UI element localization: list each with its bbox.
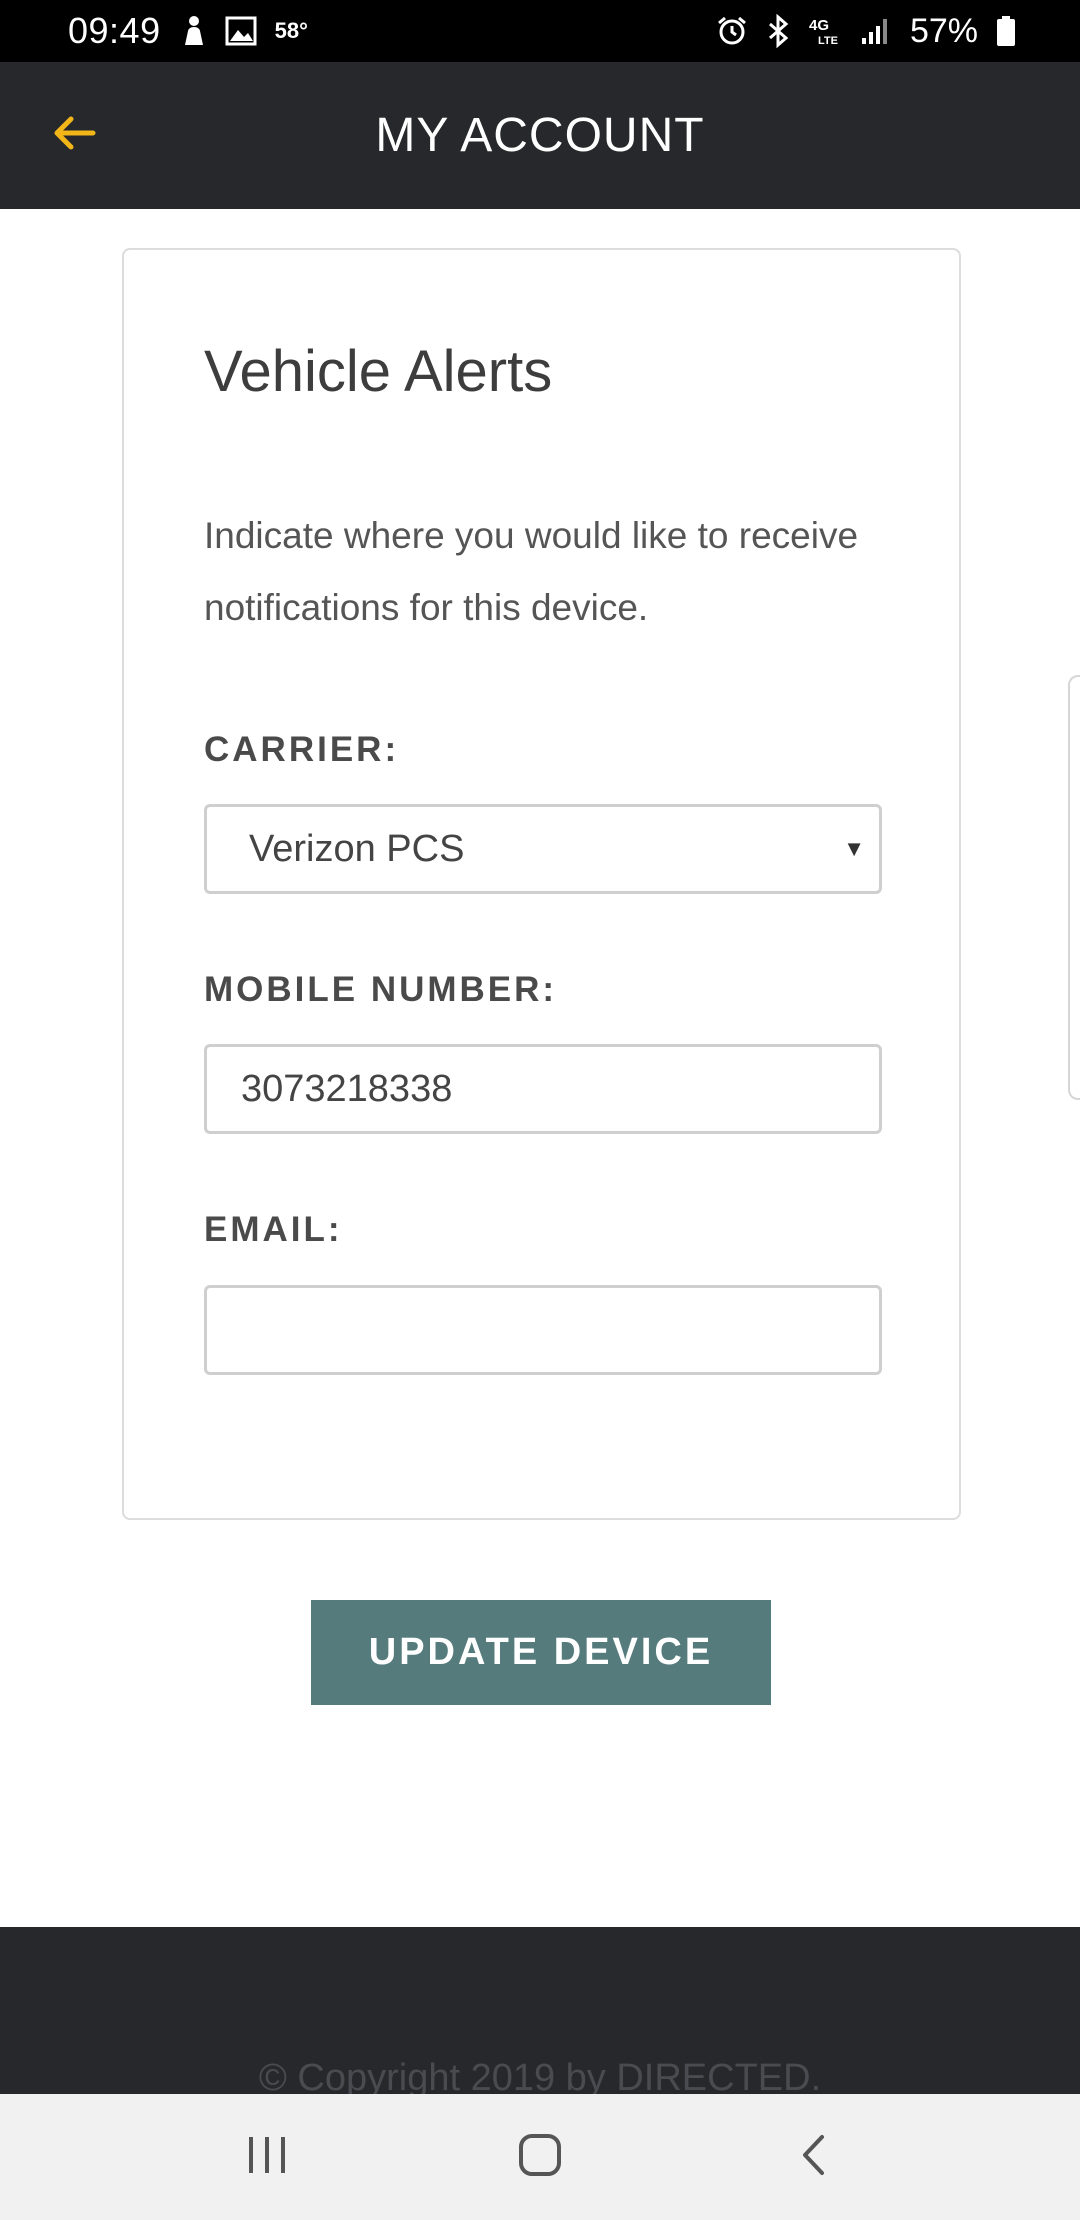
dropdown-arrow-icon: ▼	[843, 836, 865, 861]
email-input[interactable]	[204, 1285, 882, 1375]
svg-text:4G: 4G	[809, 17, 829, 34]
back-arrow-icon	[53, 115, 97, 156]
carrier-label: CARRIER:	[204, 730, 400, 769]
page-title: MY ACCOUNT	[375, 109, 705, 162]
system-back-button[interactable]	[768, 2112, 858, 2202]
home-icon	[517, 2132, 563, 2183]
recent-apps-icon	[245, 2135, 289, 2180]
edge-panel-handle[interactable]	[1068, 675, 1080, 1100]
svg-text:LTE: LTE	[818, 35, 838, 47]
recent-apps-button[interactable]	[222, 2112, 312, 2202]
mobile-number-input[interactable]: 3073218338	[204, 1044, 882, 1134]
battery-icon	[996, 15, 1016, 47]
alarm-icon	[716, 15, 748, 47]
bluetooth-icon	[766, 14, 790, 48]
status-left: 09:49 58°	[68, 10, 308, 52]
status-right: 4G LTE 57%	[716, 12, 1016, 51]
email-label: EMAIL:	[204, 1210, 343, 1249]
mobile-number-value: 3073218338	[241, 1067, 453, 1110]
person-icon	[179, 15, 207, 47]
signal-icon	[860, 16, 892, 46]
battery-percent: 57%	[909, 11, 978, 50]
4g-lte-icon: 4G LTE	[808, 15, 842, 47]
carrier-select[interactable]: Verizon PCS ▼	[204, 804, 882, 894]
footer: © Copyright 2019 by DIRECTED.	[0, 1927, 1080, 2094]
card-title: Vehicle Alerts	[204, 339, 553, 404]
app-bar: MY ACCOUNT	[0, 62, 1080, 209]
mobile-number-label: MOBILE NUMBER:	[204, 970, 558, 1009]
system-nav-bar	[0, 2094, 1080, 2220]
screen: 09:49 58° 4G LTE 57% MY ACCOUNT Vehicle …	[0, 0, 1080, 2220]
status-bar: 09:49 58° 4G LTE 57%	[0, 0, 1080, 62]
vehicle-alerts-card: Vehicle Alerts Indicate where you would …	[122, 248, 961, 1520]
update-device-button[interactable]: UPDATE DEVICE	[311, 1600, 771, 1705]
status-temperature: 58°	[274, 18, 308, 43]
card-description: Indicate where you would like to receive…	[204, 515, 859, 628]
carrier-selected-value: Verizon PCS	[249, 827, 465, 870]
back-button[interactable]	[40, 101, 110, 171]
back-icon	[798, 2133, 828, 2182]
status-time: 09:49	[68, 10, 161, 51]
home-button[interactable]	[495, 2112, 585, 2202]
image-icon	[225, 16, 257, 46]
copyright-text: © Copyright 2019 by DIRECTED.	[258, 2057, 822, 2094]
